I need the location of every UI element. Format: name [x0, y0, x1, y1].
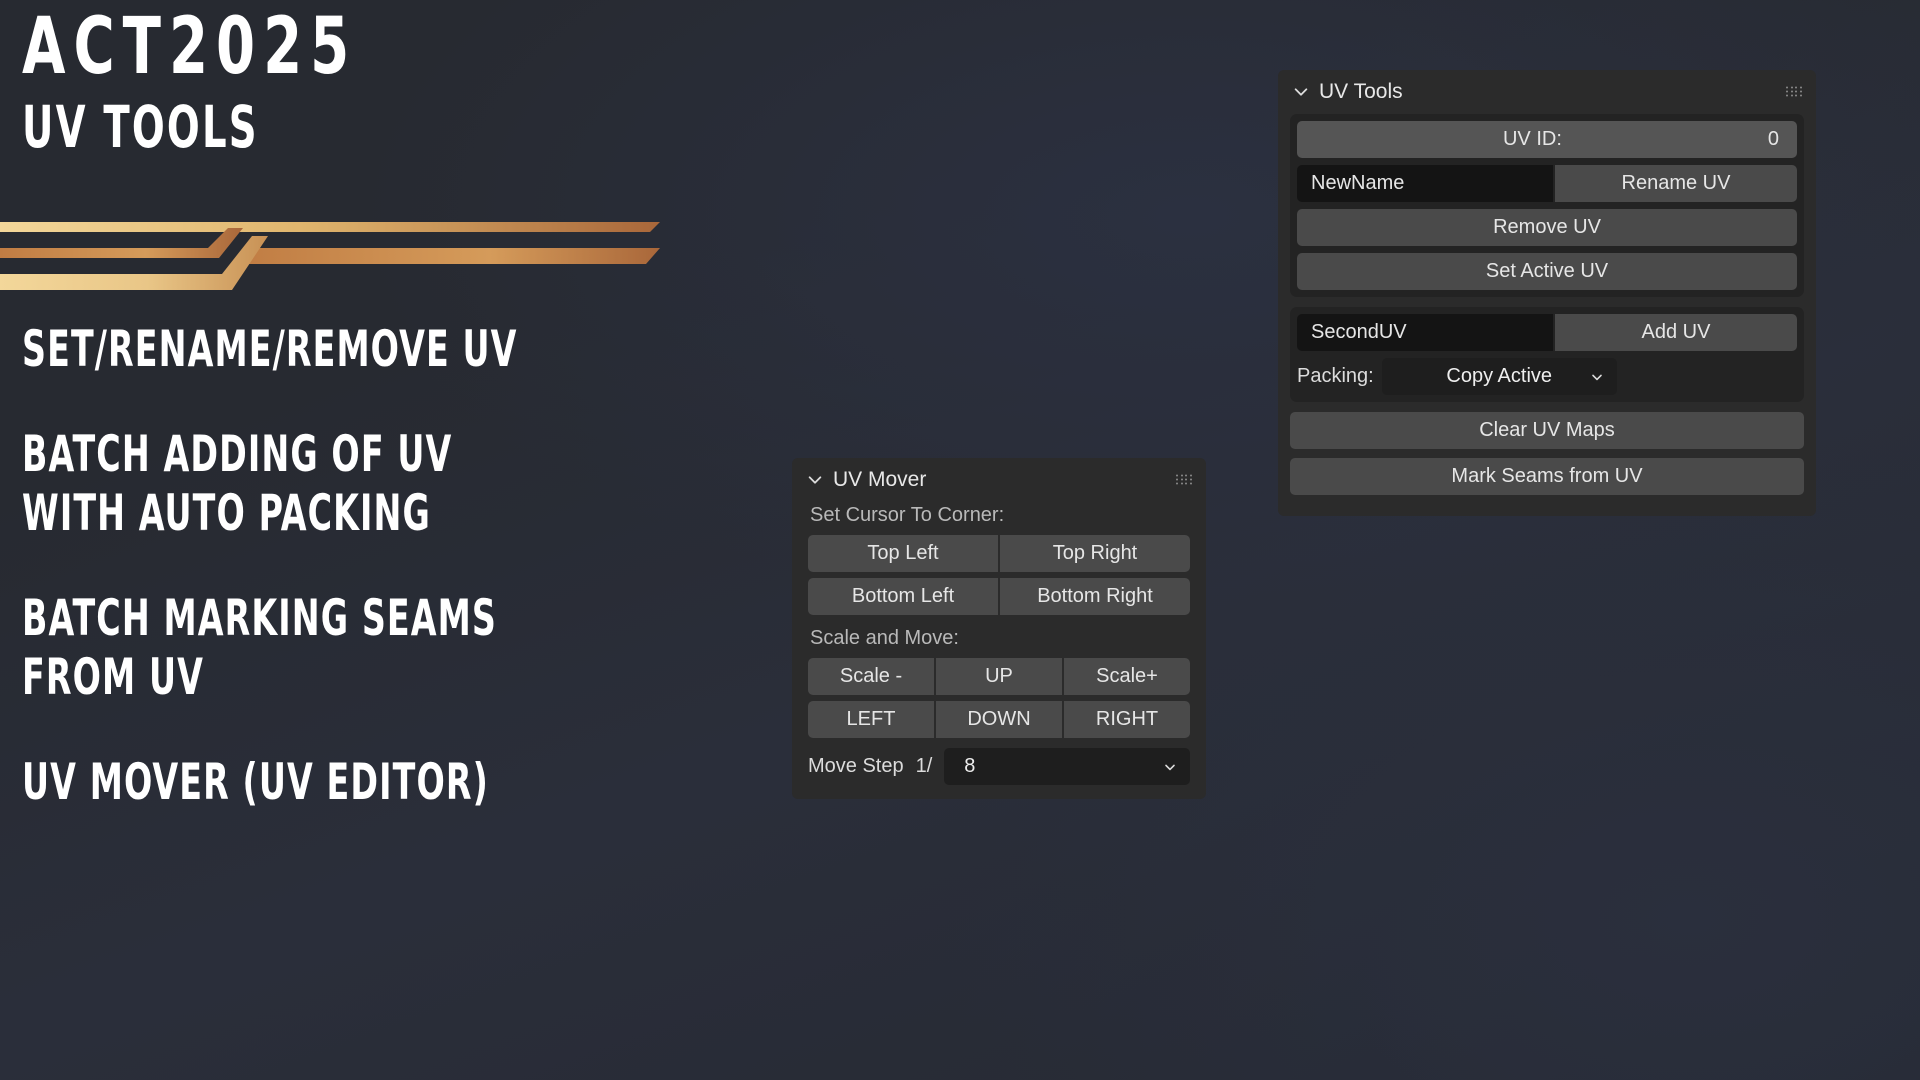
move-left-button[interactable]: LEFT: [808, 701, 934, 738]
set-active-uv-button[interactable]: Set Active UV: [1297, 253, 1797, 290]
feature-list: SET/RENAME/REMOVE UV BATCH ADDING OF UV …: [22, 320, 722, 858]
uv-id-field[interactable]: UV ID: 0: [1297, 121, 1797, 158]
uv-mover-panel: UV Mover Set Cursor To Corner: Top Left …: [792, 458, 1206, 799]
packing-label: Packing:: [1297, 365, 1374, 387]
decorative-divider: [0, 212, 660, 300]
promo-title: ACT2025: [22, 2, 358, 92]
feature-item: UV MOVER (UV EDITOR): [22, 753, 489, 811]
add-uv-row: SecondUV Add UV: [1297, 314, 1797, 351]
uv-id-label: UV ID:: [1502, 128, 1562, 150]
packing-select[interactable]: Copy Active: [1381, 358, 1617, 395]
uv-tools-add-group: SecondUV Add UV Packing: Copy Active: [1290, 307, 1804, 402]
add-uv-name-input[interactable]: SecondUV: [1297, 314, 1553, 351]
corner-bottom-right-button[interactable]: Bottom Right: [1000, 578, 1190, 615]
uv-tools-header[interactable]: UV Tools: [1278, 70, 1816, 114]
rename-name-input[interactable]: NewName: [1297, 165, 1553, 202]
cursor-section-label: Set Cursor To Corner:: [810, 504, 1005, 526]
feature-item: SET/RENAME/REMOVE UV: [22, 320, 518, 378]
corner-bottom-left-button[interactable]: Bottom Left: [808, 578, 998, 615]
uv-id-row: UV ID: 0: [1297, 121, 1797, 158]
corner-row-bottom: Bottom Left Bottom Right: [808, 578, 1190, 615]
uv-tools-primary-group: UV ID: 0 NewName Rename UV Remove UV Set…: [1290, 114, 1804, 297]
uv-id-value: 0: [1767, 128, 1779, 150]
move-down-button[interactable]: DOWN: [936, 701, 1062, 738]
scale-minus-button[interactable]: Scale -: [808, 658, 934, 695]
move-step-row: Move Step 1/ 8: [808, 748, 1190, 785]
corner-top-left-button[interactable]: Top Left: [808, 535, 998, 572]
move-row: LEFT DOWN RIGHT: [808, 701, 1190, 738]
remove-row: Remove UV: [1297, 209, 1797, 246]
uv-tools-bottom-spacer: [1278, 504, 1816, 516]
rename-uv-button[interactable]: Rename UV: [1555, 165, 1797, 202]
move-up-button[interactable]: UP: [936, 658, 1062, 695]
uv-tools-title: UV Tools: [1319, 80, 1403, 103]
uv-mover-title: UV Mover: [833, 468, 927, 491]
move-step-label: Move Step: [808, 755, 904, 777]
drag-grip-icon[interactable]: [1786, 86, 1803, 98]
move-step-select[interactable]: 8: [944, 748, 1190, 785]
feature-item: BATCH ADDING OF UV WITH AUTO PACKING: [22, 425, 453, 542]
chevron-down-icon[interactable]: [806, 471, 824, 489]
chevron-down-icon: [1591, 374, 1602, 380]
add-uv-button[interactable]: Add UV: [1555, 314, 1797, 351]
feature-item: BATCH MARKING SEAMS FROM UV: [22, 589, 497, 706]
scale-section-label: Scale and Move:: [810, 627, 959, 649]
move-step-selected-value: 8: [964, 755, 976, 777]
divider-lines-icon: [0, 222, 660, 290]
promo-block: ACT2025 UV TOOLS: [22, 2, 682, 162]
chevron-down-icon[interactable]: [1292, 83, 1310, 101]
promo-subtitle: UV TOOLS: [22, 93, 259, 162]
scale-row: Scale - UP Scale+: [808, 658, 1190, 695]
move-right-button[interactable]: RIGHT: [1064, 701, 1190, 738]
corner-row-top: Top Left Top Right: [808, 535, 1190, 572]
remove-uv-button[interactable]: Remove UV: [1297, 209, 1797, 246]
move-step-prefix: 1/: [915, 755, 933, 777]
rename-row: NewName Rename UV: [1297, 165, 1797, 202]
chevron-down-icon: [1165, 764, 1175, 770]
packing-selected-value: Copy Active: [1446, 365, 1553, 387]
drag-grip-icon[interactable]: [1176, 474, 1193, 486]
clear-uv-maps-button[interactable]: Clear UV Maps: [1290, 412, 1804, 449]
uv-tools-panel: UV Tools UV ID: 0 NewName Rename UV Remo…: [1278, 70, 1816, 516]
corner-top-right-button[interactable]: Top Right: [1000, 535, 1190, 572]
set-active-row: Set Active UV: [1297, 253, 1797, 290]
scale-plus-button[interactable]: Scale+: [1064, 658, 1190, 695]
uv-mover-header[interactable]: UV Mover: [792, 458, 1206, 502]
packing-row: Packing: Copy Active: [1297, 358, 1797, 395]
uv-mover-body: Set Cursor To Corner: Top Left Top Right…: [792, 504, 1206, 799]
mark-seams-from-uv-button[interactable]: Mark Seams from UV: [1290, 458, 1804, 495]
